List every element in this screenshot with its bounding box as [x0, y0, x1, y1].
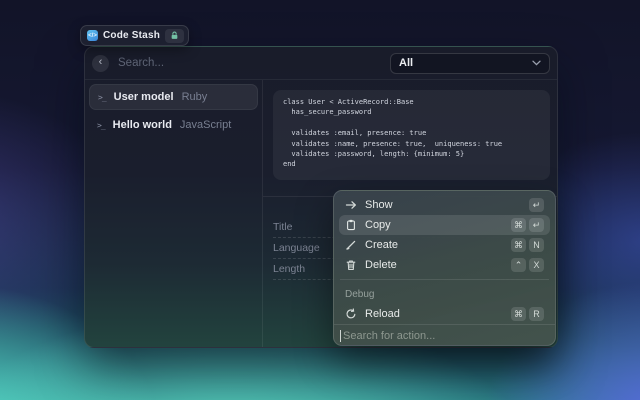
shortcut-keys: ⌘ R	[511, 307, 544, 321]
key-cmd: ⌘	[511, 238, 526, 252]
shortcut-keys: ⌘ ↵	[511, 218, 544, 232]
list-item-hello-world[interactable]: >_ Hello world JavaScript	[89, 112, 258, 138]
code-line: end	[283, 159, 540, 169]
window-header: ‹ All	[85, 47, 557, 80]
code-line: validates :password, length: {minimum: 5…	[283, 149, 540, 159]
key-cmd: ⌘	[511, 218, 526, 232]
menu-section-label: Debug	[339, 284, 550, 304]
menu-item-create[interactable]: Create ⌘ N	[339, 235, 550, 255]
back-button[interactable]: ‹	[92, 55, 109, 72]
snippet-language: JavaScript	[180, 119, 231, 131]
action-search-row	[334, 324, 555, 346]
key-return: ↵	[529, 198, 544, 212]
menu-item-reload[interactable]: Reload ⌘ R	[339, 304, 550, 324]
action-search-input[interactable]	[343, 330, 549, 342]
trash-icon	[345, 259, 357, 271]
menu-item-copy[interactable]: Copy ⌘ ↵	[339, 215, 550, 235]
key-x: X	[529, 258, 544, 272]
metadata-label: Length	[273, 263, 305, 275]
shortcut-keys: ↵	[529, 198, 544, 212]
menu-item-label: Create	[365, 239, 398, 251]
app-icon: </>	[87, 30, 98, 41]
terminal-prompt-icon: >_	[97, 121, 105, 130]
key-r: R	[529, 307, 544, 321]
terminal-prompt-icon: >_	[98, 93, 106, 102]
shortcut-keys: ⌃ X	[511, 258, 544, 272]
code-line: class User < ActiveRecord::Base	[283, 97, 540, 107]
reload-icon	[345, 308, 357, 320]
code-line: validates :name, presence: true, uniquen…	[283, 139, 540, 149]
snippet-title: User model	[114, 91, 174, 103]
snippet-title: Hello world	[113, 119, 172, 131]
clipboard-icon	[345, 219, 357, 231]
snippet-language: Ruby	[182, 91, 208, 103]
arrow-right-icon	[345, 199, 357, 211]
filter-selected-value: All	[399, 57, 413, 69]
code-preview: class User < ActiveRecord::Base has_secu…	[273, 90, 550, 180]
pencil-icon	[345, 239, 357, 251]
filter-dropdown[interactable]: All	[390, 53, 550, 74]
lock-badge	[165, 29, 184, 43]
key-return: ↵	[529, 218, 544, 232]
menu-item-show[interactable]: Show ↵	[339, 195, 550, 215]
menu-item-delete[interactable]: Delete ⌃ X	[339, 255, 550, 275]
menu-item-label: Delete	[365, 259, 397, 271]
menu-item-label: Copy	[365, 219, 391, 231]
chevron-left-icon: ‹	[99, 57, 103, 68]
list-item-user-model[interactable]: >_ User model Ruby	[89, 84, 258, 110]
key-ctrl: ⌃	[511, 258, 526, 272]
snippet-list: >_ User model Ruby >_ Hello world JavaSc…	[85, 80, 263, 348]
menu-divider	[340, 279, 549, 280]
code-line: has_secure_password	[283, 107, 540, 117]
chevron-down-icon	[532, 60, 541, 66]
action-menu: Show ↵ Copy ⌘ ↵ Create ⌘ N	[333, 190, 556, 346]
menu-item-label: Show	[365, 199, 393, 211]
lock-icon	[170, 31, 179, 40]
window-tab[interactable]: </> Code Stash	[80, 25, 189, 46]
search-input[interactable]	[118, 57, 382, 69]
code-line	[283, 118, 540, 128]
code-line: validates :email, presence: true	[283, 128, 540, 138]
metadata-label: Language	[273, 242, 320, 254]
app-title: Code Stash	[103, 30, 160, 41]
metadata-label: Title	[273, 221, 292, 233]
key-cmd: ⌘	[511, 307, 526, 321]
text-caret	[340, 330, 341, 342]
shortcut-keys: ⌘ N	[511, 238, 544, 252]
key-n: N	[529, 238, 544, 252]
menu-item-label: Reload	[365, 308, 400, 320]
